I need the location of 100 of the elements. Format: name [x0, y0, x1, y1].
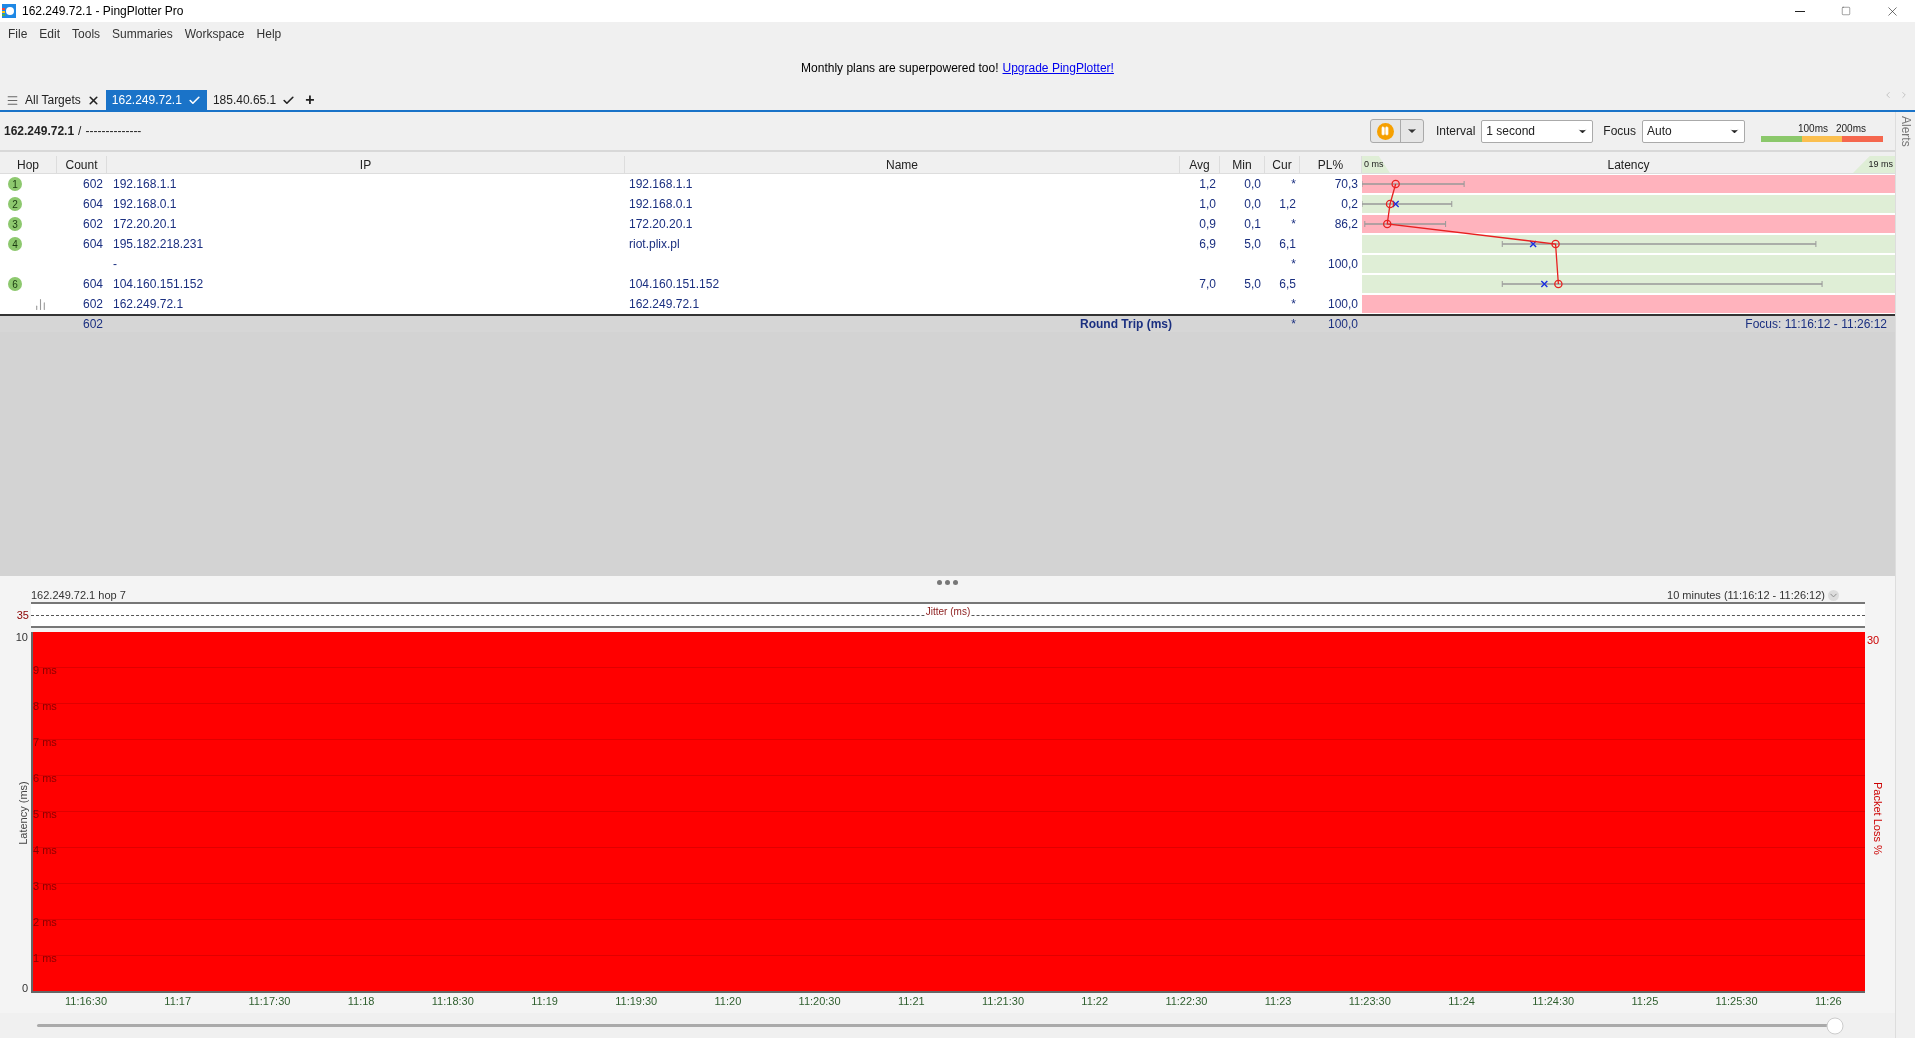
- interval-select[interactable]: 1 second: [1481, 119, 1594, 143]
- table-cell: *: [1291, 257, 1296, 271]
- table-cell: 604: [82, 237, 103, 251]
- column-header[interactable]: Min: [1232, 155, 1252, 174]
- jitter-plot: Jitter (ms): [31, 602, 1865, 628]
- table-cell: 0,2: [1341, 197, 1358, 211]
- table-cell: 192.168.1.1: [113, 177, 177, 191]
- table-cell: 172.20.20.1: [629, 217, 693, 231]
- check-icon: [282, 93, 296, 107]
- timeline-slider-thumb[interactable]: [1826, 1017, 1844, 1034]
- check-icon: [187, 93, 201, 107]
- column-header[interactable]: PL%: [1317, 155, 1344, 174]
- menu-item[interactable]: Help: [250, 25, 288, 43]
- x-axis-label: 11:25: [1631, 994, 1659, 1009]
- table-cell: 1,0: [1199, 197, 1216, 211]
- table-cell: 162.249.72.1: [629, 297, 700, 311]
- focus-select[interactable]: Auto: [1642, 119, 1745, 143]
- hop-number: 3: [8, 217, 22, 231]
- upgrade-link[interactable]: Upgrade PingPlotter!: [1002, 59, 1114, 77]
- scroll-right-icon[interactable]: [1899, 90, 1909, 100]
- time-range-text[interactable]: 10 minutes (11:16:12 - 11:26:12): [1667, 586, 1825, 604]
- hop-number: 2: [8, 197, 22, 211]
- table-cell: 104.160.151.152: [629, 277, 720, 291]
- table-cell: *: [1291, 177, 1296, 191]
- table-cell: 602: [82, 297, 103, 311]
- grid-label: 8 ms: [33, 699, 57, 714]
- table-cell: 0,0: [1244, 197, 1261, 211]
- x-axis-label: 11:18:30: [431, 994, 474, 1009]
- grid-label: 2 ms: [33, 915, 57, 930]
- menu-item[interactable]: Workspace: [178, 25, 251, 43]
- table-cell: 602: [82, 317, 103, 331]
- scale-label: 200ms: [1836, 121, 1866, 136]
- x-axis-label: 11:25:30: [1715, 994, 1758, 1009]
- resize-handle-icon[interactable]: [937, 579, 958, 585]
- x-axis-label: 11:18: [347, 994, 375, 1009]
- chevron-down-icon[interactable]: [1828, 589, 1839, 601]
- y-axis-title: Latency (ms): [16, 780, 30, 845]
- table-cell: 192.168.0.1: [113, 197, 177, 211]
- path-separator: /: [78, 123, 82, 140]
- x-axis-label: 11:19: [531, 994, 558, 1009]
- menu-item[interactable]: Tools: [66, 25, 107, 43]
- table-cell: 6,5: [1279, 277, 1296, 291]
- add-tab-button[interactable]: +: [301, 90, 319, 110]
- column-header[interactable]: Count: [65, 155, 98, 174]
- table-cell: 5,0: [1244, 237, 1261, 251]
- grid-label: 4 ms: [33, 843, 57, 858]
- table-cell: *: [1291, 217, 1296, 231]
- table-cell: *: [1291, 297, 1296, 311]
- menu-item[interactable]: Summaries: [106, 25, 179, 43]
- table-cell: 172.20.20.1: [113, 217, 177, 231]
- menu-item[interactable]: File: [2, 25, 34, 43]
- table-cell: 7,0: [1199, 277, 1216, 291]
- jitter-axis-value: 35: [16, 607, 29, 623]
- x-axis-label: 11:16:30: [65, 994, 107, 1009]
- menu-item[interactable]: Edit: [33, 25, 67, 43]
- scale-label: 100ms: [1798, 121, 1828, 136]
- table-cell: 100,0: [1327, 257, 1358, 271]
- target-tab[interactable]: 185.40.65.1: [206, 90, 302, 110]
- focus-range-text: Focus: 11:16:12 - 11:26:12: [1745, 317, 1887, 331]
- scroll-left-icon[interactable]: [1883, 90, 1893, 100]
- bar-chart-icon[interactable]: [34, 297, 47, 311]
- table-cell: 162.249.72.1: [113, 297, 184, 311]
- target-tab[interactable]: 162.249.72.1: [105, 90, 207, 110]
- column-header[interactable]: Hop: [17, 155, 39, 174]
- x-axis-label: 11:23: [1264, 994, 1292, 1009]
- table-cell: 0,1: [1244, 217, 1261, 231]
- target-tab[interactable]: All Targets: [0, 90, 106, 110]
- hop-number: 1: [8, 177, 22, 191]
- restore-icon: [1841, 6, 1851, 16]
- column-header[interactable]: Cur: [1272, 155, 1292, 174]
- table-cell: 0,9: [1199, 217, 1216, 231]
- table-cell: 604: [82, 277, 103, 291]
- pause-button[interactable]: [1369, 119, 1424, 143]
- column-header[interactable]: IP: [359, 155, 372, 174]
- table-cell: 1,2: [1199, 177, 1216, 191]
- table-cell: riot.plix.pl: [629, 237, 680, 251]
- x-axis-label: 11:26: [1814, 994, 1842, 1009]
- hop-number: 4: [8, 237, 22, 251]
- table-cell: 86,2: [1334, 217, 1358, 231]
- alerts-tab[interactable]: Alerts: [1896, 116, 1915, 147]
- column-header[interactable]: Latency: [1607, 155, 1650, 174]
- x-axis-label: 11:17: [164, 994, 192, 1009]
- table-cell: 6,1: [1279, 237, 1296, 251]
- target-address: 162.249.72.1: [4, 123, 75, 140]
- menu-icon: [6, 93, 19, 107]
- y-axis-value: 10: [15, 630, 28, 645]
- table-cell: 602: [82, 217, 103, 231]
- column-header[interactable]: Name: [886, 155, 918, 174]
- round-trip-label: Round Trip (ms): [1080, 317, 1172, 331]
- table-cell: 1,2: [1279, 197, 1296, 211]
- column-header[interactable]: Avg: [1189, 155, 1210, 174]
- hop-number: 6: [8, 277, 22, 291]
- x-axis-label: 11:22: [1081, 994, 1109, 1009]
- table-cell: 604: [82, 197, 103, 211]
- table-cell: 192.168.0.1: [629, 197, 693, 211]
- latency-min-marker: 0 ms: [1362, 156, 1390, 173]
- table-cell: 70,3: [1334, 177, 1358, 191]
- x-axis-label: 11:24:30: [1532, 994, 1575, 1009]
- x-axis-label: 11:24: [1448, 994, 1475, 1009]
- x-axis-label: 11:19:30: [615, 994, 658, 1009]
